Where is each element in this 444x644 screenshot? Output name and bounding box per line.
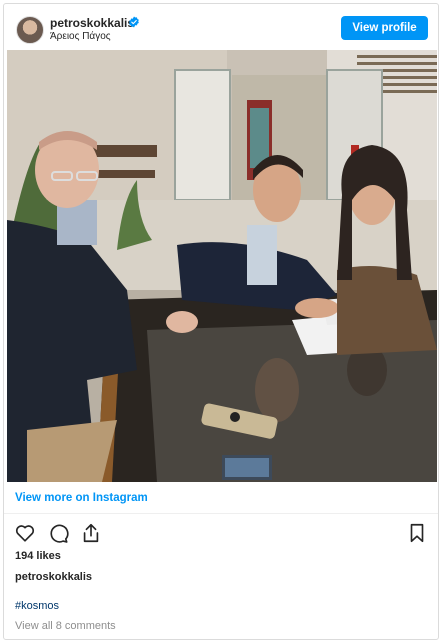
heart-icon[interactable] xyxy=(14,522,36,544)
hashtag-link[interactable]: #kosmos xyxy=(15,600,59,612)
profile-username[interactable]: petroskokkalis xyxy=(50,16,134,30)
caption-username[interactable]: petroskokkalis xyxy=(15,571,92,583)
comment-icon[interactable] xyxy=(47,522,69,544)
avatar[interactable] xyxy=(16,16,44,44)
share-icon[interactable] xyxy=(80,522,102,544)
view-more-on-instagram-link[interactable]: View more on Instagram xyxy=(15,492,148,504)
post-image xyxy=(7,50,437,482)
post-actions xyxy=(14,522,102,546)
divider xyxy=(4,513,438,514)
post-photo[interactable] xyxy=(7,50,437,482)
instagram-embed-card: petroskokkalis Άρειος Πάγος View profile xyxy=(3,3,439,640)
post-location[interactable]: Άρειος Πάγος xyxy=(50,31,111,42)
view-profile-button[interactable]: View profile xyxy=(341,16,428,40)
bookmark-icon[interactable] xyxy=(406,522,428,544)
likes-count[interactable]: 194 likes xyxy=(15,550,61,562)
post-header: petroskokkalis Άρειος Πάγος View profile xyxy=(4,4,438,54)
verified-badge-icon xyxy=(129,16,139,28)
view-comments-link[interactable]: View all 8 comments xyxy=(15,620,116,632)
